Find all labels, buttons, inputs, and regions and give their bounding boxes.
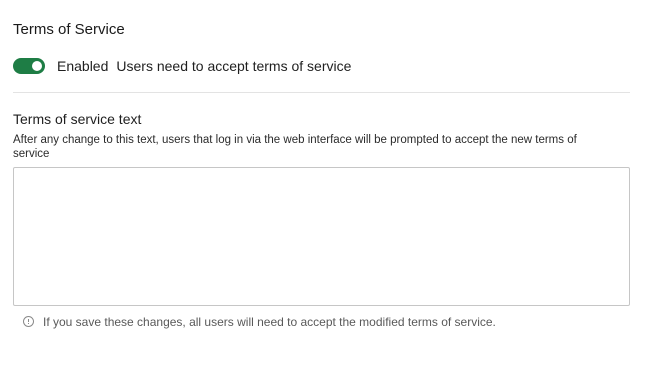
terms-text-input[interactable] xyxy=(13,167,630,306)
terms-text-label: Terms of service text xyxy=(13,111,142,127)
info-icon xyxy=(23,316,34,327)
toggle-knob xyxy=(32,61,42,71)
terms-text-help: After any change to this text, users tha… xyxy=(13,134,577,160)
save-warning: If you save these changes, all users wil… xyxy=(23,315,496,329)
terms-toggle-row: Enabled Users need to accept terms of se… xyxy=(13,56,351,76)
enabled-toggle[interactable] xyxy=(13,58,45,74)
toggle-description: Users need to accept terms of service xyxy=(116,58,352,74)
divider xyxy=(13,92,630,93)
toggle-state-label: Enabled xyxy=(57,58,109,74)
section-title: Terms of Service xyxy=(13,21,125,38)
save-warning-text: If you save these changes, all users wil… xyxy=(43,315,496,329)
